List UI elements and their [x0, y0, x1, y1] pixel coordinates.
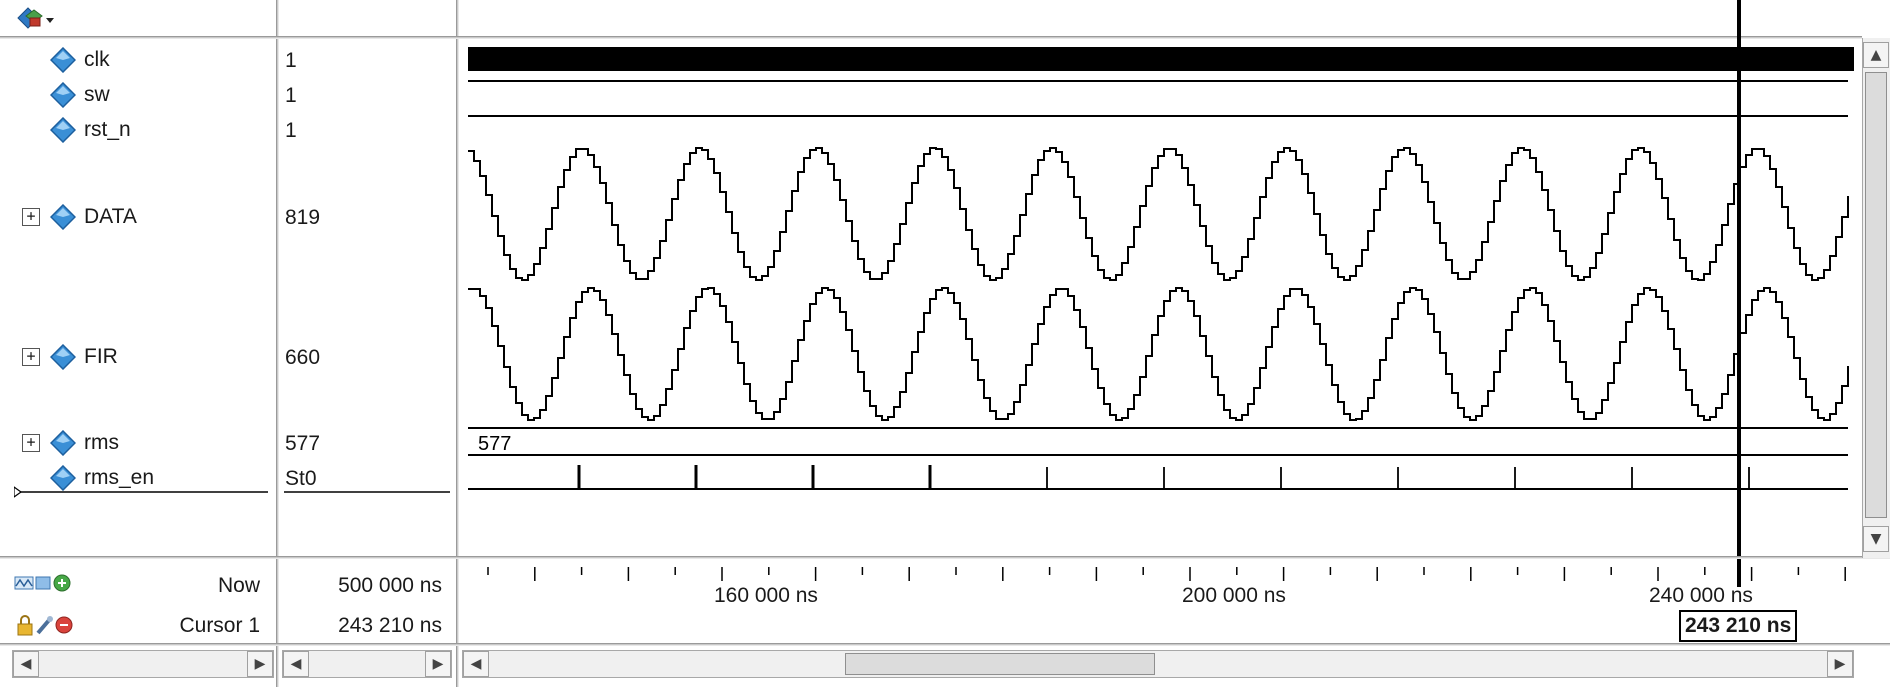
diamond-signal-icon	[49, 343, 77, 371]
wave-hscrollbar[interactable]: ◀ ▶	[462, 650, 1854, 678]
diamond-signal-icon	[49, 116, 77, 144]
signal-value: 660	[285, 346, 321, 369]
now-toolbar	[14, 572, 86, 594]
lock-icon[interactable]	[17, 615, 33, 636]
plus-expand-icon[interactable]: +	[22, 348, 40, 366]
signal-name: rms	[84, 431, 119, 454]
scroll-right-button[interactable]: ▶	[247, 651, 273, 677]
signal-row-fir[interactable]: + FIR	[0, 343, 276, 371]
signal-name: FIR	[84, 345, 118, 368]
cursor-label: Cursor 1	[179, 614, 260, 637]
cursor-toolbar	[14, 614, 86, 636]
data-wave	[468, 147, 1849, 281]
diamond-signal-icon	[49, 429, 77, 457]
vertical-scroll-thumb[interactable]	[1865, 72, 1887, 518]
signal-row-clk[interactable]: clk	[0, 46, 276, 74]
scroll-left-button[interactable]: ◀	[13, 651, 39, 677]
value-wave-divider[interactable]	[456, 0, 459, 687]
delete-cursor-icon[interactable]	[55, 616, 73, 634]
signal-row-rms[interactable]: + rms	[0, 429, 276, 457]
signal-name: clk	[84, 48, 110, 71]
diamond-signal-icon	[49, 46, 77, 74]
signal-value: 1	[285, 84, 297, 107]
signal-value: 1	[285, 119, 297, 142]
waveform-window: clk sw rst_n + DATA + FIR + rms rms_en 1…	[0, 0, 1890, 687]
signal-name: rst_n	[84, 118, 131, 141]
clk-wave	[468, 47, 1854, 71]
insertion-marker	[284, 491, 450, 493]
horizontal-scroll-thumb[interactable]	[845, 653, 1155, 675]
tick-label: 160 000 ns	[714, 584, 818, 607]
scroll-right-button[interactable]: ▶	[425, 651, 451, 677]
scroll-up-button[interactable]: ▲	[1863, 42, 1889, 68]
fir-wave	[468, 287, 1849, 421]
waveform-canvas[interactable]: 577	[462, 0, 1862, 556]
values-hscrollbar[interactable]: ◀ ▶	[282, 650, 452, 678]
signal-name: DATA	[84, 205, 137, 228]
cursor-value: 243 210 ns	[338, 614, 442, 637]
scroll-left-button[interactable]: ◀	[283, 651, 309, 677]
signal-row-rst-n[interactable]: rst_n	[0, 116, 276, 144]
scroll-down-button[interactable]: ▼	[1863, 526, 1889, 552]
name-value-divider[interactable]	[276, 0, 279, 687]
ruler-ticks	[487, 567, 1846, 581]
signal-name: sw	[84, 83, 110, 106]
now-label: Now	[217, 574, 260, 597]
tick-label: 240 000 ns	[1649, 584, 1753, 607]
signal-row-sw[interactable]: sw	[0, 81, 276, 109]
signal-value: 1	[285, 49, 297, 72]
names-hscrollbar[interactable]: ◀ ▶	[12, 650, 274, 678]
cursor-time-readout[interactable]: 243 210 ns	[1679, 610, 1798, 642]
scroll-divider	[0, 643, 1890, 646]
diamond-signal-icon	[49, 81, 77, 109]
rms-en-pulses	[577, 465, 1750, 489]
now-value: 500 000 ns	[338, 574, 442, 597]
add-cursor-icon[interactable]	[53, 574, 71, 592]
plus-expand-icon[interactable]: +	[22, 434, 40, 452]
insertion-marker	[14, 486, 268, 498]
diamond-signal-icon	[49, 203, 77, 231]
scroll-left-button[interactable]: ◀	[463, 651, 489, 677]
signal-value: 819	[285, 206, 321, 229]
signal-value: 577	[285, 432, 321, 455]
zoom-wave-icon[interactable]	[14, 576, 51, 590]
scroll-right-button[interactable]: ▶	[1827, 651, 1853, 677]
vertical-scrollbar[interactable]: ▲ ▼	[1862, 38, 1890, 558]
tick-label: 200 000 ns	[1182, 584, 1286, 607]
signal-row-data[interactable]: + DATA	[0, 203, 276, 231]
plus-expand-icon[interactable]: +	[22, 208, 40, 226]
rms-bus-label: 577	[478, 433, 511, 455]
wave-layout-icon[interactable]	[14, 4, 56, 32]
edit-icon[interactable]	[36, 616, 53, 635]
